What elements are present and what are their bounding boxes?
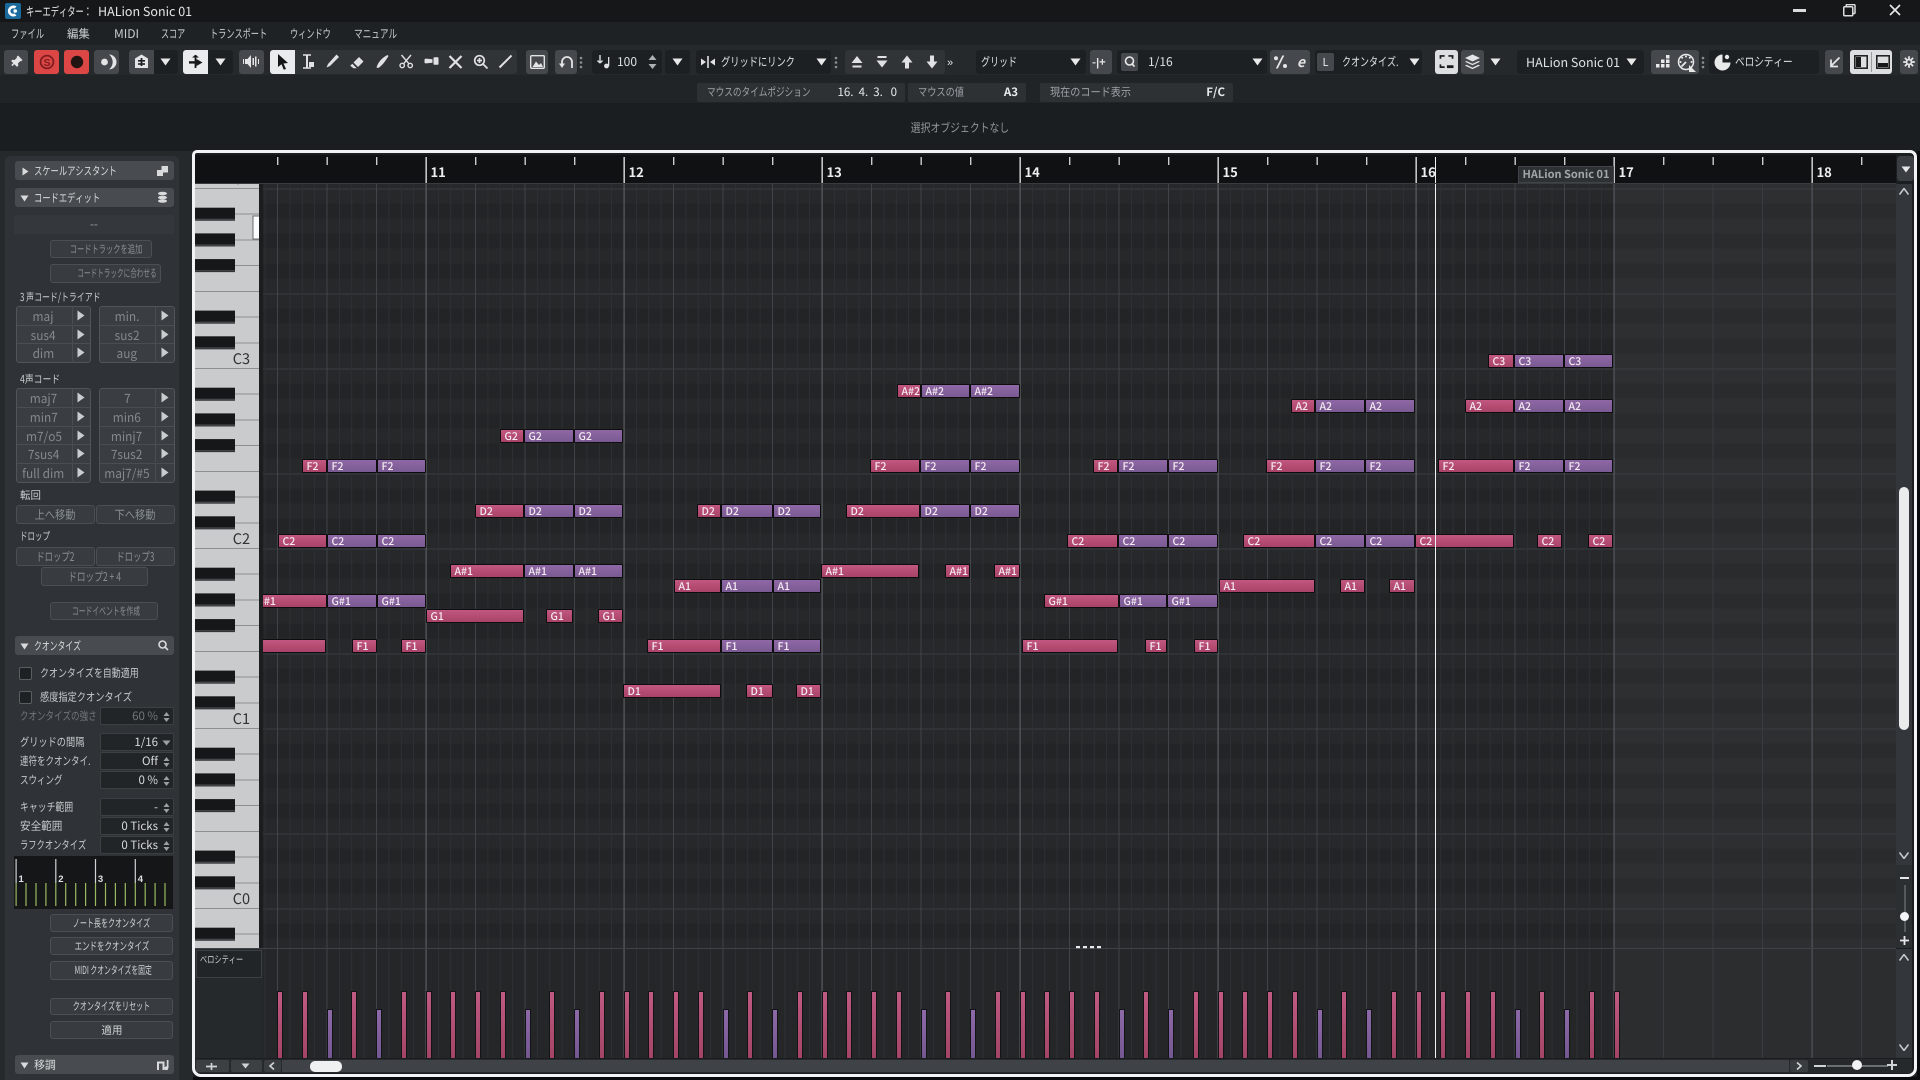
svg-text:C4: C4 [233, 184, 250, 189]
svg-text:C3: C3 [233, 348, 250, 369]
svg-text:1: 1 [19, 874, 25, 885]
svg-text:C1: C1 [233, 708, 250, 729]
svg-text:4: 4 [138, 874, 144, 885]
svg-text:C0: C0 [233, 888, 250, 909]
svg-text:C2: C2 [233, 528, 250, 549]
svg-text:S: S [43, 57, 50, 69]
svg-text:3: 3 [98, 874, 103, 885]
svg-text:2: 2 [58, 874, 63, 885]
